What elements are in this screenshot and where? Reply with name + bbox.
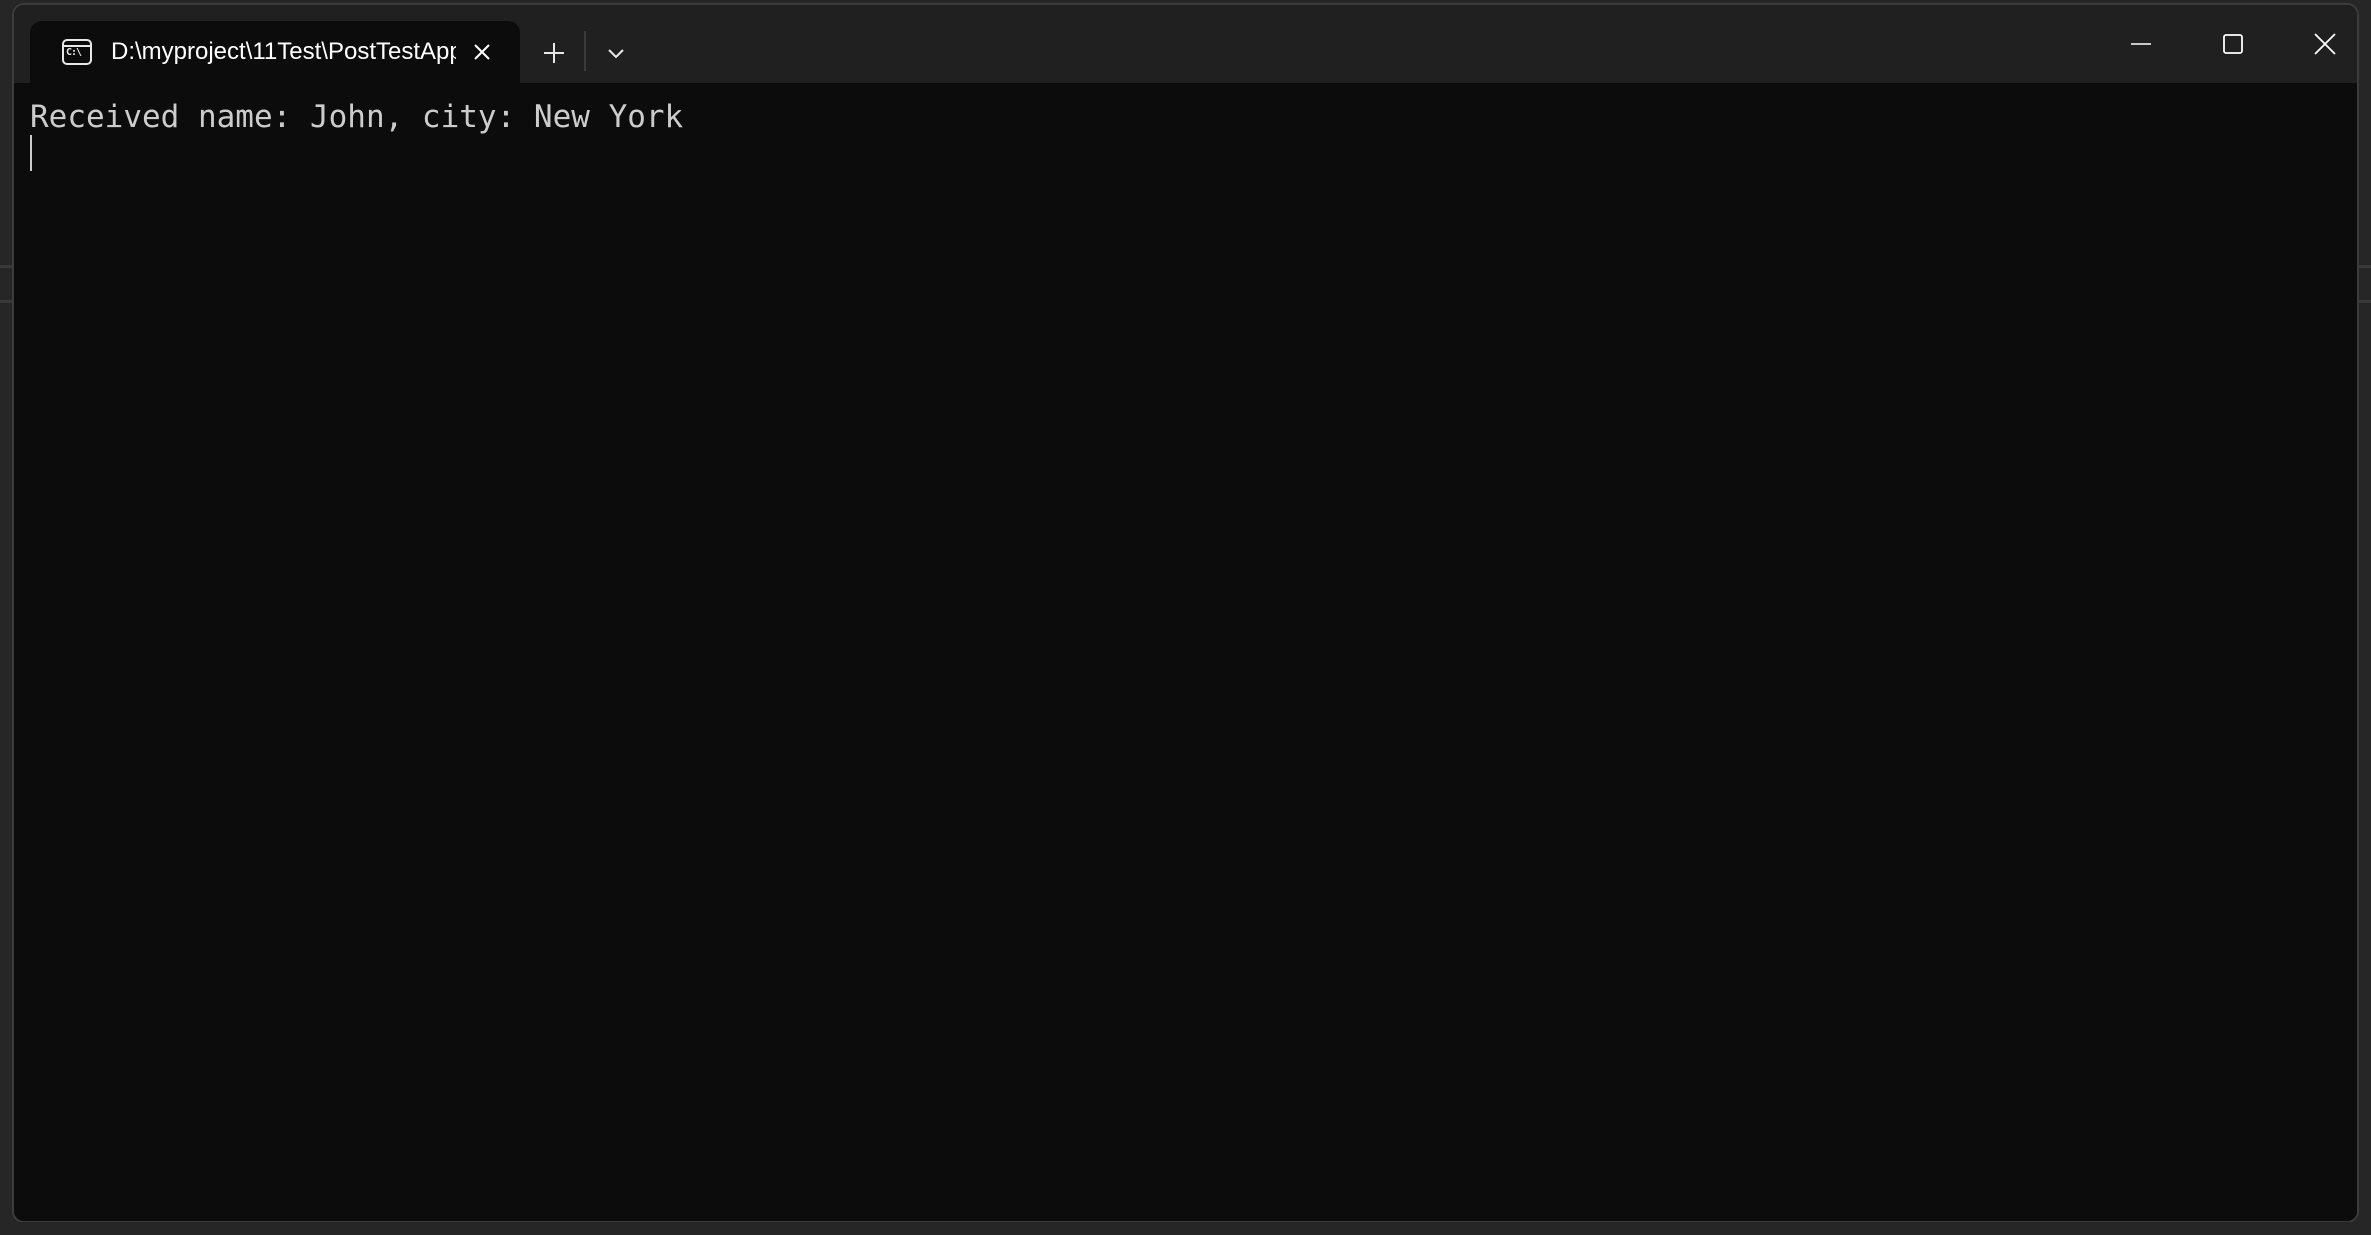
terminal-line: Received name: John, city: New York bbox=[30, 99, 684, 135]
minimize-icon bbox=[2131, 43, 2151, 45]
maximize-icon bbox=[2223, 34, 2243, 54]
desktop: C:\ D:\myproject\11Test\PostTestApp\bin\… bbox=[0, 0, 2371, 1235]
terminal-window: C:\ D:\myproject\11Test\PostTestApp\bin\… bbox=[12, 3, 2359, 1223]
close-button[interactable] bbox=[2279, 5, 2357, 83]
tab-active[interactable]: C:\ D:\myproject\11Test\PostTestApp\bin\… bbox=[30, 21, 520, 83]
minimize-button[interactable] bbox=[2095, 5, 2187, 83]
title-bar[interactable]: C:\ D:\myproject\11Test\PostTestApp\bin\… bbox=[14, 5, 2357, 83]
cmd-icon-text: C:\ bbox=[66, 47, 82, 58]
chevron-down-icon bbox=[608, 49, 624, 59]
text-cursor bbox=[30, 135, 32, 171]
tab-divider bbox=[584, 31, 586, 71]
close-icon bbox=[2314, 33, 2336, 55]
terminal-output[interactable]: Received name: John, city: New York bbox=[14, 83, 2357, 1221]
tab-title: D:\myproject\11Test\PostTestApp\bin\Debu… bbox=[111, 38, 456, 65]
new-tab-button[interactable] bbox=[532, 31, 576, 75]
maximize-button[interactable] bbox=[2187, 5, 2279, 83]
tab-dropdown-button[interactable] bbox=[594, 31, 638, 75]
plus-icon bbox=[544, 43, 564, 63]
cmd-icon: C:\ bbox=[62, 39, 92, 65]
desktop-bottom-edge bbox=[0, 1222, 2371, 1235]
tab-close-icon[interactable] bbox=[466, 36, 498, 68]
